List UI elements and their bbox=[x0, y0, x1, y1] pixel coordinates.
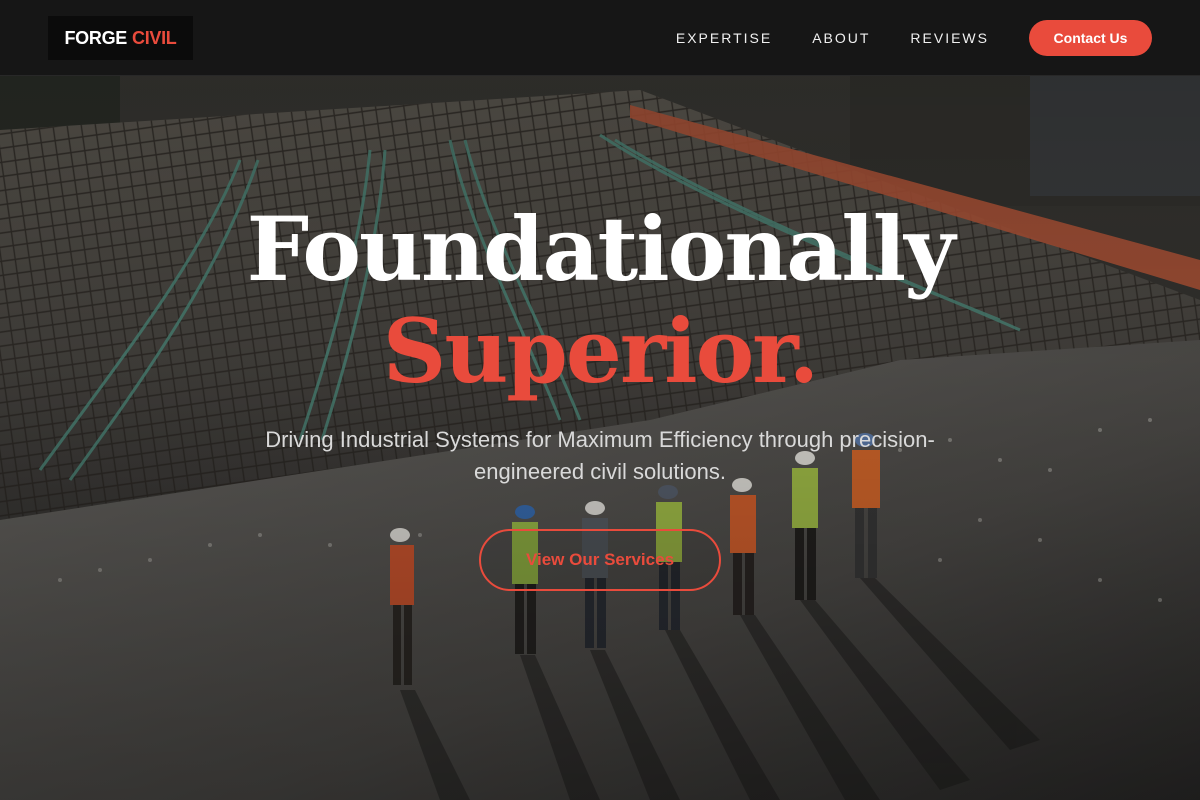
hero-title-line-2: Superior. bbox=[382, 299, 819, 403]
main-nav: EXPERTISE ABOUT REVIEWS Contact Us bbox=[676, 20, 1152, 56]
hero-title-line-1: Foundationally bbox=[246, 197, 956, 301]
nav-link-expertise[interactable]: EXPERTISE bbox=[676, 30, 772, 46]
logo-text-civil: CIVIL bbox=[132, 27, 177, 48]
contact-us-button[interactable]: Contact Us bbox=[1029, 20, 1152, 56]
hero-subtitle: Driving Industrial Systems for Maximum E… bbox=[265, 427, 935, 484]
logo-text-forge: FORGE bbox=[64, 27, 127, 48]
nav-link-reviews[interactable]: REVIEWS bbox=[910, 30, 989, 46]
landing-page: FORGE CIVIL EXPERTISE ABOUT REVIEWS Cont… bbox=[0, 0, 1200, 800]
view-services-button[interactable]: View Our Services bbox=[479, 529, 721, 591]
site-header: FORGE CIVIL EXPERTISE ABOUT REVIEWS Cont… bbox=[0, 0, 1200, 76]
brand-logo[interactable]: FORGE CIVIL bbox=[48, 16, 193, 60]
nav-link-about[interactable]: ABOUT bbox=[812, 30, 870, 46]
